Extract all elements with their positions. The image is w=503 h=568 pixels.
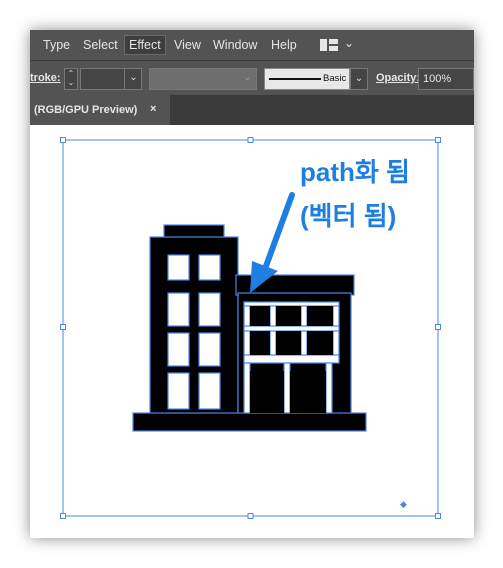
artboard-canvas[interactable]: ◆ path화 됨 (벡터 됨) (30, 125, 474, 538)
control-bar: troke: ⌃ ⌄ ⌄ ⌄ Basic ⌄ Opacity: 100% (30, 60, 474, 95)
close-icon[interactable]: × (150, 103, 156, 115)
menu-type[interactable]: Type (43, 37, 70, 53)
resize-handle-mr[interactable] (435, 324, 441, 330)
chevron-up-icon[interactable]: ⌃ (68, 69, 75, 78)
resize-handle-tr[interactable] (435, 137, 441, 143)
resize-handle-bm[interactable] (247, 513, 254, 519)
resize-handle-bl[interactable] (60, 513, 66, 519)
stroke-weight-dropdown[interactable]: ⌄ (124, 68, 142, 90)
anchor-cursor-icon: ◆ (400, 499, 407, 509)
resize-handle-br[interactable] (435, 513, 441, 519)
resize-handle-tl[interactable] (60, 137, 66, 143)
menu-view[interactable]: View (174, 37, 201, 53)
workspace-layout-icon[interactable] (320, 39, 338, 51)
document-tab[interactable]: (RGB/GPU Preview) × (30, 95, 170, 125)
document-tab-bar: (RGB/GPU Preview) × (30, 95, 474, 125)
resize-handle-tm[interactable] (247, 137, 254, 143)
illustrator-window: Type Select Effect View Window Help ⌄ tr… (30, 30, 474, 538)
brush-stroke-preview (269, 78, 321, 80)
menu-help[interactable]: Help (271, 37, 297, 53)
brush-definition[interactable]: Basic (264, 68, 350, 90)
vectorized-annotation: path화 됨 (벡터 됨) (300, 150, 410, 238)
brush-dropdown[interactable]: ⌄ (350, 68, 368, 90)
menu-select[interactable]: Select (83, 37, 118, 53)
brush-label: Basic (323, 73, 347, 84)
opacity-label[interactable]: Opacity: (376, 72, 420, 84)
chevron-down-icon[interactable]: ⌄ (344, 36, 354, 50)
building-icon[interactable] (132, 224, 367, 432)
menu-window[interactable]: Window (213, 37, 257, 53)
document-tab-title: (RGB/GPU Preview) (34, 104, 138, 116)
opacity-input[interactable]: 100% (418, 68, 474, 90)
annotation-line-1: path화 됨 (300, 157, 410, 187)
stroke-weight-stepper[interactable]: ⌃ ⌄ (64, 68, 78, 90)
variable-width-dropdown: ⌄ (243, 72, 252, 83)
chevron-down-icon[interactable]: ⌄ (68, 78, 75, 87)
resize-handle-ml[interactable] (60, 324, 66, 330)
stroke-label: troke: (30, 72, 61, 84)
annotation-line-2: (벡터 됨) (300, 201, 397, 231)
menu-bar: Type Select Effect View Window Help ⌄ (30, 30, 474, 60)
menu-effect[interactable]: Effect (124, 35, 166, 55)
